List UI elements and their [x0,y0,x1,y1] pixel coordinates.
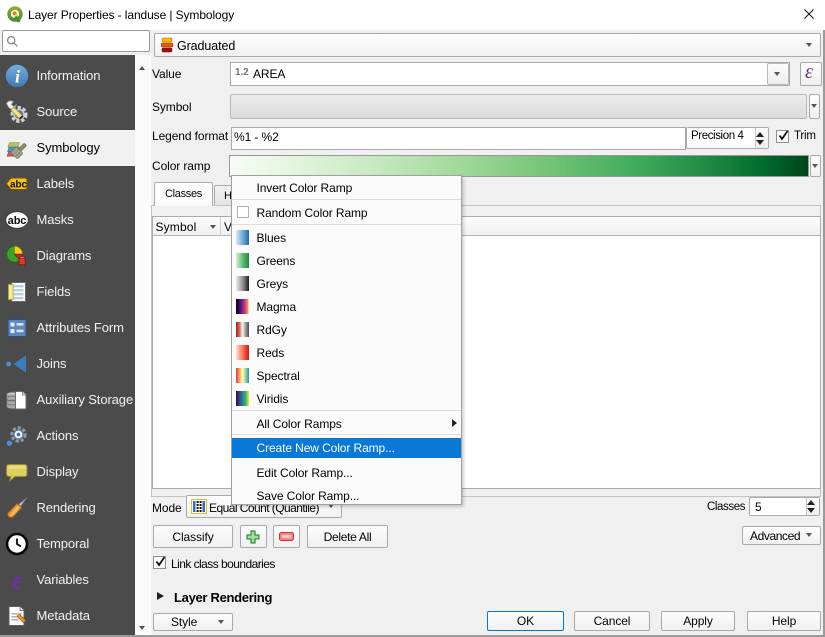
svg-text:abc: abc [10,180,27,191]
svg-text:i: i [15,67,20,87]
svg-text:ε: ε [12,568,23,592]
svg-text:abc: abc [8,215,27,227]
